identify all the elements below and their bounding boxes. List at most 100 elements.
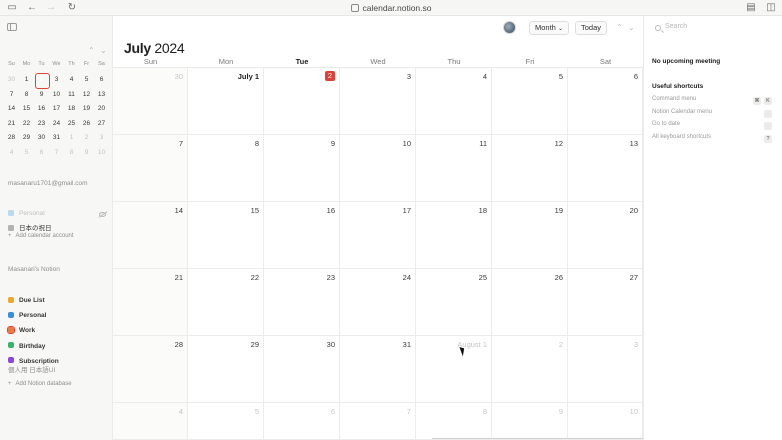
mini-day[interactable]: 27	[94, 117, 109, 132]
shortcut-row[interactable]: All keyboard shortcuts	[652, 134, 711, 140]
day-cell[interactable]: 17	[340, 202, 416, 269]
mini-day[interactable]: 2	[79, 131, 94, 146]
mini-day[interactable]: 12	[79, 88, 94, 103]
day-cell[interactable]: 5	[188, 403, 264, 440]
day-cell[interactable]: 6	[264, 403, 340, 440]
mini-day[interactable]: 9	[79, 146, 94, 161]
next-month-icon[interactable]: ⌄	[628, 23, 635, 32]
mini-day[interactable]: 20	[94, 102, 109, 117]
day-cell[interactable]: 2	[492, 336, 568, 403]
day-cell[interactable]: 23	[264, 269, 340, 336]
mini-day[interactable]: 13	[94, 88, 109, 103]
day-cell[interactable]: 3	[568, 336, 643, 403]
mini-day[interactable]: 25	[64, 117, 79, 132]
today-button[interactable]: Today	[575, 21, 607, 35]
mini-day[interactable]: 18	[64, 102, 79, 117]
day-cell[interactable]: 5	[492, 68, 568, 135]
mini-day[interactable]: 17	[49, 102, 64, 117]
mini-day[interactable]: 1	[19, 73, 34, 88]
day-cell[interactable]: 3	[340, 68, 416, 135]
day-cell[interactable]: August 1	[416, 336, 492, 403]
day-cell[interactable]: 19	[492, 202, 568, 269]
search-input[interactable]: Search	[665, 23, 687, 30]
notion-calendar-item[interactable]: Work	[6, 325, 35, 336]
day-cell[interactable]: 7	[113, 135, 188, 202]
day-cell[interactable]: 18	[416, 202, 492, 269]
day-cell[interactable]: 29	[188, 336, 264, 403]
mini-day[interactable]: 8	[64, 146, 79, 161]
day-cell[interactable]: 8	[416, 403, 492, 440]
day-cell[interactable]: 30	[264, 336, 340, 403]
mini-day[interactable]: 9	[34, 88, 49, 103]
day-cell[interactable]: 4	[113, 403, 188, 440]
mini-prev-icon[interactable]: ⌃	[88, 46, 95, 55]
mini-day[interactable]: 15	[19, 102, 34, 117]
day-cell[interactable]: 26	[492, 269, 568, 336]
avatar[interactable]	[503, 21, 516, 34]
mini-day[interactable]: 30	[34, 131, 49, 146]
mini-day[interactable]: 31	[49, 131, 64, 146]
mini-day[interactable]: 19	[79, 102, 94, 117]
mini-day[interactable]: 8	[19, 88, 34, 103]
mini-day[interactable]: 26	[79, 117, 94, 132]
mini-day[interactable]: 21	[4, 117, 19, 132]
mini-day[interactable]: 10	[94, 146, 109, 161]
address-bar[interactable]: calendar.notion.so	[0, 2, 782, 14]
mini-day[interactable]: 23	[34, 117, 49, 132]
notion-calendar-item[interactable]: Due List	[8, 296, 45, 306]
mini-day[interactable]: 3	[49, 73, 64, 88]
day-cell[interactable]: 13	[568, 135, 643, 202]
mini-day[interactable]: 6	[94, 73, 109, 88]
day-cell[interactable]: 15	[188, 202, 264, 269]
mini-day[interactable]: 14	[4, 102, 19, 117]
sidebar-collapse-icon[interactable]	[7, 23, 17, 31]
mini-next-icon[interactable]: ⌄	[100, 46, 107, 55]
mini-day[interactable]: 4	[4, 146, 19, 161]
notion-calendar-item[interactable]: Birthday	[8, 342, 45, 352]
mini-day[interactable]: 3	[94, 131, 109, 146]
day-cell[interactable]: 8	[188, 135, 264, 202]
mini-day[interactable]: 4	[64, 73, 79, 88]
day-cell[interactable]: 9	[492, 403, 568, 440]
day-cell[interactable]: 28	[113, 336, 188, 403]
add-notion-database-button[interactable]: + Add Notion database	[8, 381, 72, 387]
shortcut-row[interactable]: Go to date	[652, 121, 680, 127]
mini-day[interactable]: 11	[64, 88, 79, 103]
mini-day[interactable]: 5	[19, 146, 34, 161]
mini-day[interactable]: 22	[19, 117, 34, 132]
mini-day[interactable]: 28	[4, 131, 19, 146]
day-cell[interactable]: 21	[113, 269, 188, 336]
mini-day[interactable]: 6	[34, 146, 49, 161]
shortcut-row[interactable]: Notion Calendar menu	[652, 109, 712, 115]
mini-day[interactable]: 7	[49, 146, 64, 161]
day-cell[interactable]: 2	[264, 68, 340, 135]
day-cell[interactable]: 27	[568, 269, 643, 336]
day-cell[interactable]: 10	[340, 135, 416, 202]
mini-day[interactable]: 24	[49, 117, 64, 132]
mini-day-today[interactable]: 2	[34, 73, 50, 89]
day-cell[interactable]: 9	[264, 135, 340, 202]
hidden-eye-icon[interactable]	[99, 212, 106, 217]
day-cell[interactable]: 20	[568, 202, 643, 269]
day-cell[interactable]: 12	[492, 135, 568, 202]
mini-day[interactable]: 10	[49, 88, 64, 103]
day-cell[interactable]: 30	[113, 68, 188, 135]
previous-month-icon[interactable]: ⌃	[616, 23, 623, 32]
mini-day[interactable]: 5	[79, 73, 94, 88]
notes-icon[interactable]: ▤	[745, 2, 757, 14]
day-cell[interactable]: 31	[340, 336, 416, 403]
mini-day[interactable]: 7	[4, 88, 19, 103]
day-cell[interactable]: 7	[340, 403, 416, 440]
day-cell[interactable]: July 1	[188, 68, 264, 135]
day-cell[interactable]: 4	[416, 68, 492, 135]
day-cell[interactable]: 10	[568, 403, 643, 440]
day-cell[interactable]: 22	[188, 269, 264, 336]
day-cell[interactable]: 11	[416, 135, 492, 202]
mini-day[interactable]: 1	[64, 131, 79, 146]
calendar-item[interactable]: Personal	[8, 209, 45, 219]
mini-day[interactable]: 30	[4, 73, 19, 88]
notion-calendar-item[interactable]: Personal	[8, 311, 46, 321]
view-select-button[interactable]: Month ⌄	[529, 21, 569, 35]
day-cell[interactable]: 16	[264, 202, 340, 269]
day-cell[interactable]: 14	[113, 202, 188, 269]
